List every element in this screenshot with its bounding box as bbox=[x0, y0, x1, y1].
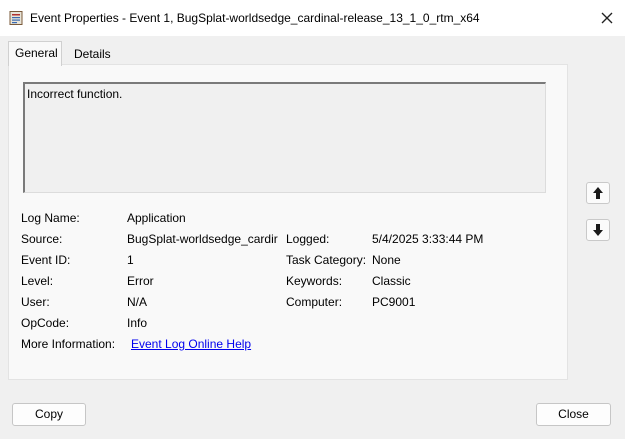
tab-details[interactable]: Details bbox=[68, 44, 116, 66]
user-label: User: bbox=[21, 295, 50, 309]
log-name-value: Application bbox=[127, 211, 186, 225]
keywords-label: Keywords: bbox=[286, 274, 343, 288]
general-panel: Incorrect function. Log Name: Applicatio… bbox=[8, 64, 568, 380]
source-label: Source: bbox=[21, 232, 63, 246]
level-value: Error bbox=[127, 274, 154, 288]
computer-label: Computer: bbox=[286, 295, 343, 309]
level-label: Level: bbox=[21, 274, 54, 288]
logged-value: 5/4/2025 3:33:44 PM bbox=[372, 232, 484, 246]
event-viewer-icon bbox=[9, 11, 23, 25]
title-bar: Event Properties - Event 1, BugSplat-wor… bbox=[0, 0, 625, 36]
copy-button[interactable]: Copy bbox=[12, 403, 86, 426]
more-info-label: More Information: bbox=[21, 337, 116, 351]
source-value: BugSplat-worldsedge_cardir bbox=[127, 232, 278, 246]
tab-general[interactable]: General bbox=[8, 41, 62, 66]
close-button[interactable]: Close bbox=[536, 403, 611, 426]
close-icon[interactable] bbox=[598, 9, 616, 27]
opcode-value: Info bbox=[127, 316, 148, 330]
log-name-label: Log Name: bbox=[21, 211, 80, 225]
event-id-label: Event ID: bbox=[21, 253, 71, 267]
event-id-value: 1 bbox=[127, 253, 134, 267]
logged-label: Logged: bbox=[286, 232, 330, 246]
arrow-down-icon bbox=[593, 224, 603, 236]
task-category-value: None bbox=[372, 253, 401, 267]
computer-value: PC9001 bbox=[372, 295, 416, 309]
previous-event-button[interactable] bbox=[586, 182, 610, 204]
tab-strip: General Details bbox=[8, 41, 568, 66]
event-log-help-link[interactable]: Event Log Online Help bbox=[131, 337, 251, 351]
arrow-up-icon bbox=[593, 187, 603, 199]
next-event-button[interactable] bbox=[586, 219, 610, 241]
keywords-value: Classic bbox=[372, 274, 411, 288]
description-box[interactable]: Incorrect function. bbox=[23, 82, 546, 193]
user-value: N/A bbox=[127, 295, 148, 309]
window-title: Event Properties - Event 1, BugSplat-wor… bbox=[30, 11, 480, 25]
task-category-label: Task Category: bbox=[286, 253, 367, 267]
opcode-label: OpCode: bbox=[21, 316, 70, 330]
